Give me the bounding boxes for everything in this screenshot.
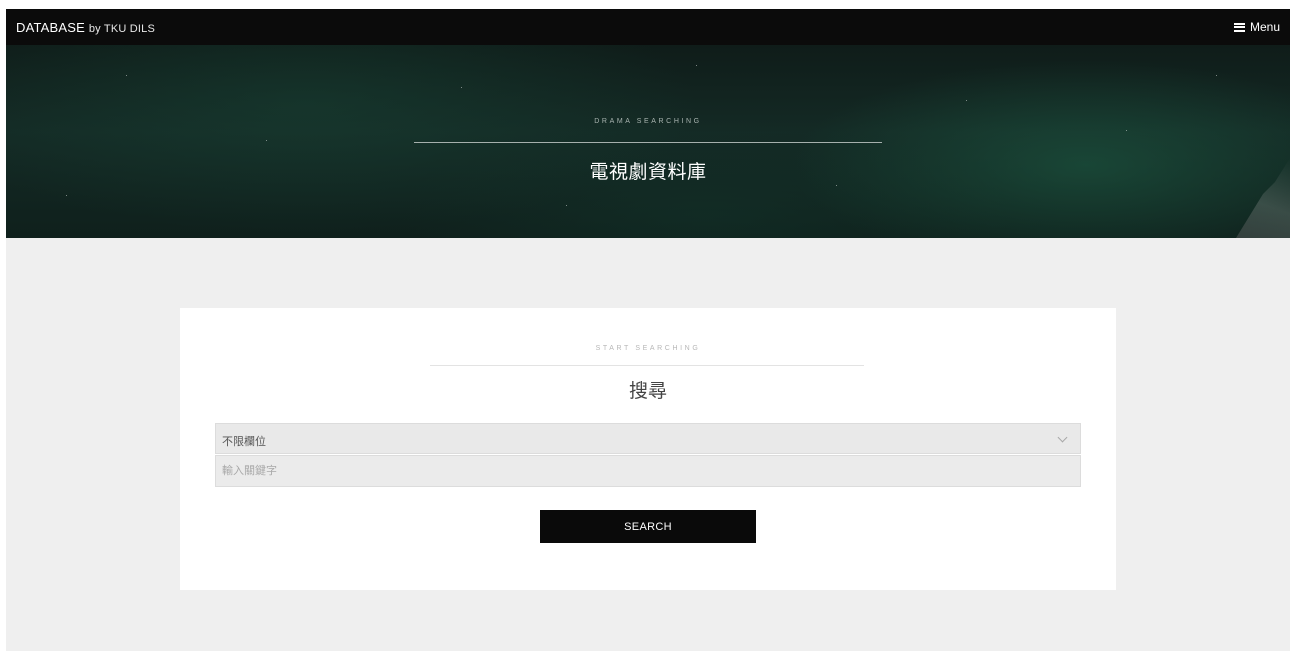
hero-banner: DRAMA SEARCHING 電視劇資料庫 bbox=[6, 45, 1290, 238]
hamburger-icon bbox=[1233, 22, 1245, 32]
hero-divider bbox=[414, 142, 882, 143]
brand-name: DATABASE bbox=[16, 20, 86, 35]
search-kicker: START SEARCHING bbox=[595, 345, 701, 352]
menu-button[interactable]: Menu bbox=[1233, 20, 1280, 34]
page: DATABASE by TKU DILS Menu DRAMA SEARCHIN… bbox=[6, 9, 1290, 651]
field-select-value: 不限欄位 bbox=[222, 436, 266, 448]
chevron-down-icon bbox=[1057, 432, 1068, 443]
menu-label: Menu bbox=[1249, 20, 1280, 34]
keyword-input[interactable] bbox=[215, 455, 1081, 487]
search-title: 搜尋 bbox=[628, 381, 667, 402]
brand-logo[interactable]: DATABASE by TKU DILS bbox=[16, 20, 155, 35]
hero-kicker: DRAMA SEARCHING bbox=[594, 118, 702, 125]
top-navbar: DATABASE by TKU DILS Menu bbox=[6, 9, 1290, 45]
search-button[interactable]: SEARCH bbox=[540, 510, 756, 543]
hero-title: 電視劇資料庫 bbox=[589, 162, 707, 183]
brand-by: by TKU DILS bbox=[88, 23, 156, 35]
search-divider bbox=[430, 365, 864, 366]
search-card: START SEARCHING 搜尋 不限欄位 SEARCH bbox=[180, 308, 1116, 590]
field-select[interactable]: 不限欄位 bbox=[215, 423, 1081, 454]
